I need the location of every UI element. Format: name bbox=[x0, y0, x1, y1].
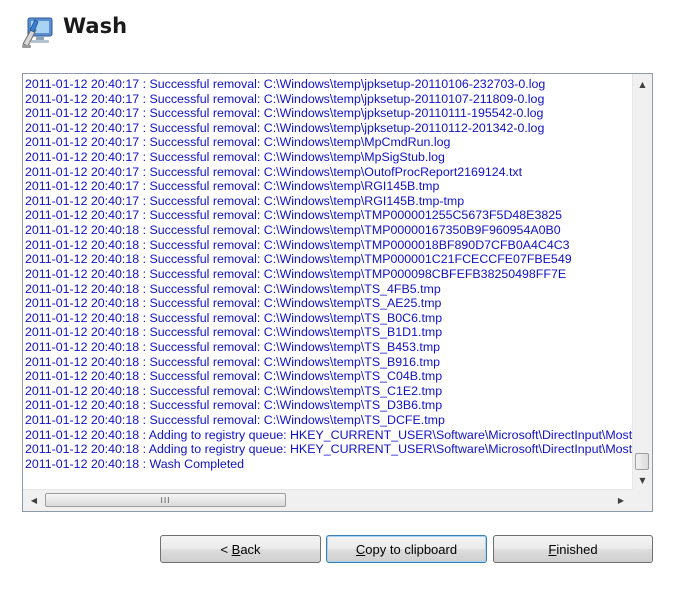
wash-app-icon bbox=[20, 14, 56, 50]
log-viewport: 2011-01-12 20:40:17 : Successful removal… bbox=[23, 74, 632, 489]
vertical-scrollbar[interactable]: ▲ ▼ bbox=[632, 74, 652, 489]
copy-to-clipboard-button[interactable]: Copy to clipboard bbox=[326, 535, 487, 563]
scrollbar-corner bbox=[632, 489, 652, 511]
scroll-left-arrow-icon[interactable]: ◀ bbox=[25, 490, 43, 511]
scroll-up-arrow-icon[interactable]: ▲ bbox=[633, 76, 652, 93]
log-line: 2011-01-12 20:40:18 : Successful removal… bbox=[25, 398, 443, 413]
log-line: 2011-01-12 20:40:18 : Wash Completed bbox=[25, 456, 245, 471]
log-line: 2011-01-12 20:40:18 : Successful removal… bbox=[25, 281, 441, 296]
log-lines: 2011-01-12 20:40:17 : Successful removal… bbox=[25, 77, 632, 471]
log-line: 2011-01-12 20:40:17 : Successful removal… bbox=[25, 120, 545, 135]
scroll-down-arrow-icon[interactable]: ▼ bbox=[633, 472, 652, 489]
log-line: 2011-01-12 20:40:17 : Successful removal… bbox=[25, 106, 544, 121]
horizontal-scroll-thumb[interactable]: III bbox=[45, 493, 286, 507]
log-line: 2011-01-12 20:40:18 : Successful removal… bbox=[25, 296, 442, 311]
scroll-right-arrow-icon[interactable]: ▶ bbox=[612, 490, 630, 511]
page-title: Wash bbox=[63, 14, 128, 38]
log-line: 2011-01-12 20:40:18 : Successful removal… bbox=[25, 354, 441, 369]
log-line: 2011-01-12 20:40:17 : Successful removal… bbox=[25, 77, 546, 91]
vertical-scroll-thumb[interactable] bbox=[635, 453, 649, 470]
finished-button[interactable]: Finished bbox=[493, 535, 653, 563]
log-line: 2011-01-12 20:40:17 : Successful removal… bbox=[25, 91, 545, 106]
copy-button-mnemonic: C bbox=[355, 541, 366, 557]
scroll-grip-icon: III bbox=[160, 495, 171, 505]
log-line: 2011-01-12 20:40:18 : Successful removal… bbox=[25, 383, 443, 398]
back-button[interactable]: < Back bbox=[160, 535, 321, 563]
log-line: 2011-01-12 20:40:17 : Successful removal… bbox=[25, 179, 440, 194]
log-line: 2011-01-12 20:40:18 : Adding to registry… bbox=[25, 442, 632, 457]
log-line: 2011-01-12 20:40:18 : Successful removal… bbox=[25, 266, 567, 281]
log-line: 2011-01-12 20:40:18 : Successful removal… bbox=[25, 339, 441, 354]
log-line: 2011-01-12 20:40:17 : Successful removal… bbox=[25, 135, 451, 150]
log-textbox[interactable]: 2011-01-12 20:40:17 : Successful removal… bbox=[22, 73, 653, 512]
log-line: 2011-01-12 20:40:18 : Adding to registry… bbox=[25, 427, 632, 442]
log-line: 2011-01-12 20:40:18 : Successful removal… bbox=[25, 252, 572, 267]
log-line: 2011-01-12 20:40:17 : Successful removal… bbox=[25, 208, 563, 223]
copy-button-label: opy to clipboard bbox=[365, 541, 458, 557]
log-line: 2011-01-12 20:40:18 : Successful removal… bbox=[25, 325, 443, 340]
back-button-prefix: < bbox=[220, 541, 232, 557]
dialog-header: Wash bbox=[0, 0, 680, 62]
log-line: 2011-01-12 20:40:17 : Successful removal… bbox=[25, 193, 465, 208]
back-button-label: ack bbox=[240, 541, 261, 557]
log-line: 2011-01-12 20:40:18 : Successful removal… bbox=[25, 413, 445, 428]
log-line: 2011-01-12 20:40:17 : Successful removal… bbox=[25, 164, 523, 179]
log-line: 2011-01-12 20:40:18 : Successful removal… bbox=[25, 237, 570, 252]
wash-dialog: Wash 2011-01-12 20:40:17 : Successful re… bbox=[0, 0, 680, 589]
log-line: 2011-01-12 20:40:18 : Successful removal… bbox=[25, 369, 443, 384]
finished-button-label: inished bbox=[556, 541, 598, 557]
log-line: 2011-01-12 20:40:18 : Successful removal… bbox=[25, 223, 561, 238]
log-line: 2011-01-12 20:40:17 : Successful removal… bbox=[25, 150, 445, 165]
horizontal-scrollbar[interactable]: ◀ III ▶ bbox=[23, 489, 632, 511]
log-line: 2011-01-12 20:40:18 : Successful removal… bbox=[25, 310, 443, 325]
